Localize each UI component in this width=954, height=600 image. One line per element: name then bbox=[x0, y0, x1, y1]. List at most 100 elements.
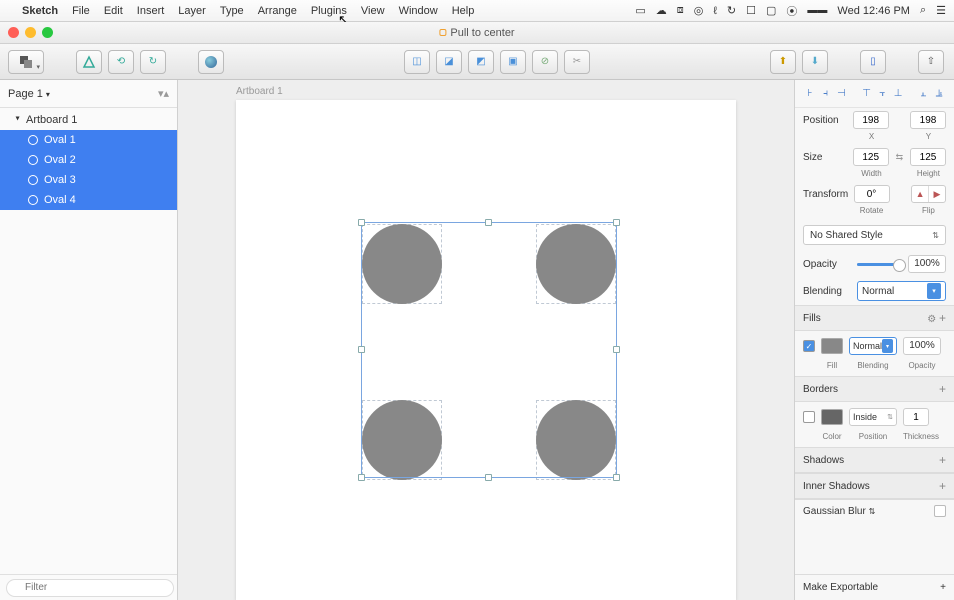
timemachine-icon[interactable]: ↻ bbox=[727, 4, 736, 17]
battery-icon[interactable]: ▬▬ bbox=[807, 5, 827, 16]
window-close-button[interactable] bbox=[8, 27, 19, 38]
resize-handle-tl[interactable] bbox=[358, 219, 365, 226]
fill-blend-dropdown[interactable]: Normal ▾ bbox=[849, 337, 897, 355]
intersect-button[interactable]: ◩ bbox=[468, 50, 494, 74]
resize-handle-l[interactable] bbox=[358, 346, 365, 353]
group-button[interactable] bbox=[76, 50, 102, 74]
menu-type[interactable]: Type bbox=[220, 5, 244, 17]
backblaze-icon[interactable]: ℓ bbox=[713, 5, 717, 17]
add-shadow-button[interactable]: + bbox=[939, 453, 946, 467]
layer-filter-input[interactable] bbox=[6, 579, 174, 597]
window-zoom-button[interactable] bbox=[42, 27, 53, 38]
blend-sublabel: Blending bbox=[849, 361, 897, 370]
scissors-button[interactable]: ✂ bbox=[564, 50, 590, 74]
page-list-toggle-icon[interactable]: ▾▴ bbox=[158, 87, 169, 100]
blending-dropdown[interactable]: Normal ▾ bbox=[857, 281, 946, 301]
resize-handle-r[interactable] bbox=[613, 346, 620, 353]
circle-icon[interactable]: ◎ bbox=[694, 4, 704, 17]
forward-button[interactable]: ⬆ bbox=[770, 50, 796, 74]
border-thickness-input[interactable] bbox=[903, 408, 929, 426]
cloud-icon[interactable]: ☁ bbox=[656, 4, 667, 17]
subtract-button[interactable]: ◪ bbox=[436, 50, 462, 74]
backward-button[interactable]: ⬇ bbox=[802, 50, 828, 74]
add-border-button[interactable]: + bbox=[939, 382, 946, 396]
border-enabled-checkbox[interactable] bbox=[803, 411, 815, 423]
layer-artboard[interactable]: Artboard 1 bbox=[0, 110, 177, 130]
opacity-slider[interactable] bbox=[857, 263, 902, 266]
create-symbol-button[interactable]: ↻ bbox=[140, 50, 166, 74]
fill-enabled-checkbox[interactable]: ✓ bbox=[803, 340, 815, 352]
lock-aspect-icon[interactable]: ⇆ bbox=[893, 152, 906, 163]
align-h-center-button[interactable]: ⫞ bbox=[819, 86, 833, 101]
notification-center-icon[interactable]: ☰ bbox=[936, 4, 946, 17]
position-x-input[interactable] bbox=[853, 111, 889, 129]
flip-vertical-button[interactable]: ▶ bbox=[929, 186, 945, 202]
add-export-button[interactable]: + bbox=[940, 582, 946, 593]
add-fill-button[interactable]: + bbox=[939, 311, 946, 325]
flatten-button[interactable]: ⊘ bbox=[532, 50, 558, 74]
page-selector[interactable]: Page 1▾ ▾▴ bbox=[0, 80, 177, 108]
dropbox-icon[interactable]: ⧈ bbox=[677, 4, 684, 17]
menu-insert[interactable]: Insert bbox=[137, 5, 165, 17]
menu-edit[interactable]: Edit bbox=[104, 5, 123, 17]
menubar-app[interactable]: Sketch bbox=[22, 5, 58, 17]
resize-handle-bl[interactable] bbox=[358, 474, 365, 481]
shared-style-dropdown[interactable]: No Shared Style ⇅ bbox=[803, 225, 946, 245]
make-exportable-row[interactable]: Make Exportable + bbox=[795, 574, 954, 600]
artboard-surface[interactable] bbox=[236, 100, 736, 600]
width-input[interactable] bbox=[853, 148, 889, 166]
resize-handle-tr[interactable] bbox=[613, 219, 620, 226]
distribute-h-button[interactable]: ⫠ bbox=[916, 86, 930, 101]
selection-bounding-box[interactable] bbox=[361, 222, 617, 478]
align-bottom-button[interactable]: ⊥ bbox=[891, 86, 905, 101]
export-button[interactable]: ⇧ bbox=[918, 50, 944, 74]
fills-settings-icon[interactable]: ⚙ bbox=[927, 314, 936, 325]
union-button[interactable]: ◫ bbox=[404, 50, 430, 74]
window-minimize-button[interactable] bbox=[25, 27, 36, 38]
layer-item-oval3[interactable]: Oval 3 bbox=[0, 170, 177, 190]
menu-view[interactable]: View bbox=[361, 5, 385, 17]
position-y-input[interactable] bbox=[910, 111, 946, 129]
insert-menu-button[interactable] bbox=[8, 50, 44, 74]
ungroup-button[interactable]: ⟲ bbox=[108, 50, 134, 74]
layer-item-oval1[interactable]: Oval 1 bbox=[0, 130, 177, 150]
airplay-icon[interactable]: ▢ bbox=[766, 4, 776, 17]
rotate-input[interactable] bbox=[854, 185, 890, 203]
difference-button[interactable]: ▣ bbox=[500, 50, 526, 74]
resize-handle-br[interactable] bbox=[613, 474, 620, 481]
menu-plugins[interactable]: Plugins bbox=[311, 5, 347, 17]
menu-arrange[interactable]: Arrange bbox=[258, 5, 297, 17]
fill-color-swatch[interactable] bbox=[821, 338, 843, 354]
menu-file[interactable]: File bbox=[72, 5, 90, 17]
layer-item-oval4[interactable]: Oval 4 bbox=[0, 190, 177, 210]
add-inner-shadow-button[interactable]: + bbox=[939, 479, 946, 493]
wifi-icon[interactable]: ⦿ bbox=[786, 3, 797, 19]
layer-item-oval2[interactable]: Oval 2 bbox=[0, 150, 177, 170]
align-top-button[interactable]: ⊤ bbox=[860, 86, 874, 101]
menu-window[interactable]: Window bbox=[399, 5, 438, 17]
messages-icon[interactable]: ☐ bbox=[746, 4, 756, 17]
spotlight-icon[interactable]: ⌕ bbox=[920, 4, 926, 17]
height-input[interactable] bbox=[910, 148, 946, 166]
menubar-clock[interactable]: Wed 12:46 PM bbox=[837, 5, 910, 17]
display-icon[interactable]: ▭ bbox=[635, 4, 645, 17]
resize-handle-b[interactable] bbox=[485, 474, 492, 481]
menu-layer[interactable]: Layer bbox=[178, 5, 206, 17]
distribute-v-button[interactable]: ⫡ bbox=[932, 86, 946, 101]
border-position-dropdown[interactable]: Inside ⇅ bbox=[849, 408, 897, 426]
gaussian-blur-checkbox[interactable] bbox=[934, 505, 946, 517]
align-left-button[interactable]: ⊦ bbox=[803, 86, 817, 101]
chevron-updown-icon[interactable]: ⇅ bbox=[869, 507, 876, 516]
border-color-swatch[interactable] bbox=[821, 409, 843, 425]
align-v-center-button[interactable]: ⫟ bbox=[875, 86, 889, 101]
flip-horizontal-button[interactable]: ▲ bbox=[912, 186, 929, 202]
fill-opacity-input[interactable]: 100% bbox=[903, 337, 941, 355]
canvas[interactable]: Artboard 1 bbox=[178, 80, 794, 600]
mirror-button[interactable]: ▯ bbox=[860, 50, 886, 74]
align-right-button[interactable]: ⊣ bbox=[835, 86, 849, 101]
opacity-value[interactable]: 100% bbox=[908, 255, 946, 273]
shape-tool-button[interactable] bbox=[198, 50, 224, 74]
resize-handle-t[interactable] bbox=[485, 219, 492, 226]
canvas-artboard-label[interactable]: Artboard 1 bbox=[236, 86, 283, 97]
menu-help[interactable]: Help bbox=[452, 5, 475, 17]
